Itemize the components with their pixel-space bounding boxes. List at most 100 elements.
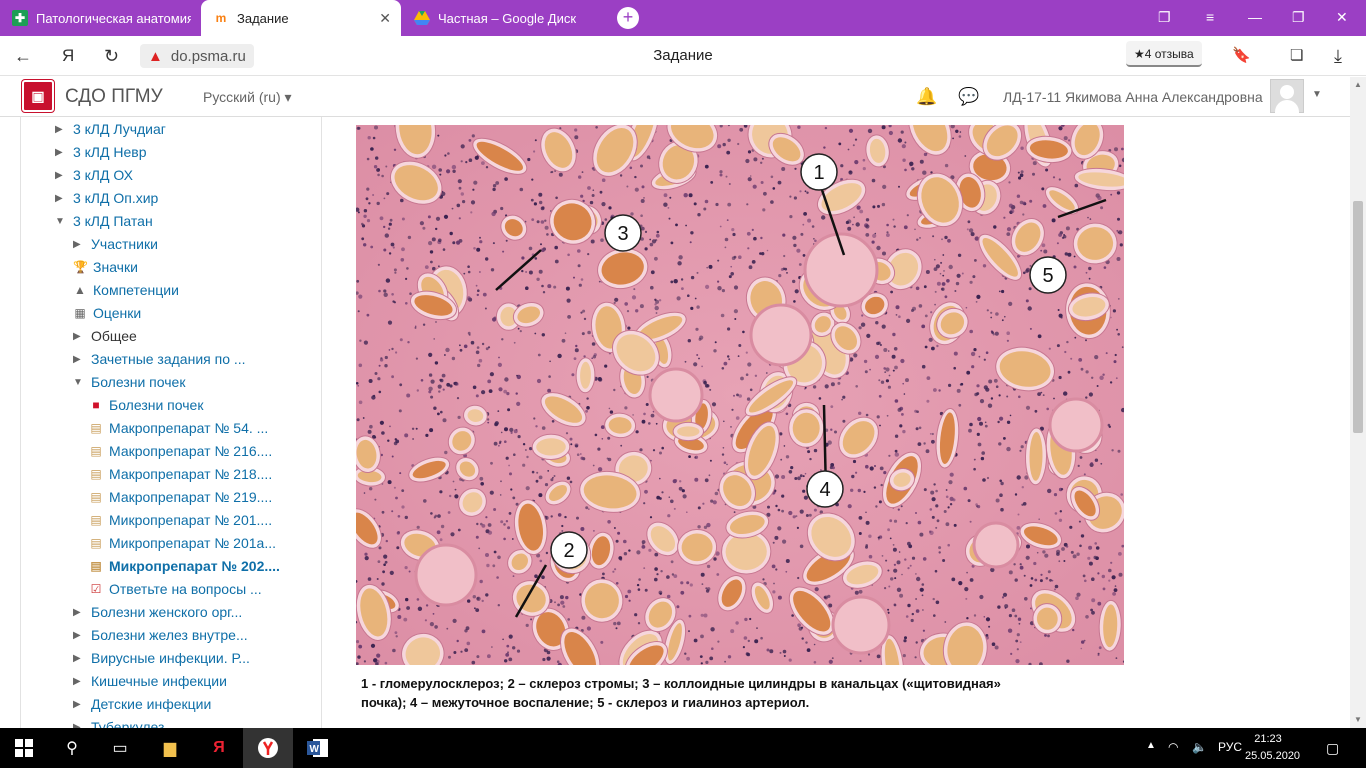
- sidebar-item-label: 3 кЛД Невр: [73, 144, 147, 160]
- sidebar-item-label: 3 кЛД Оп.хир: [73, 190, 159, 206]
- expanded-arrow-icon[interactable]: ▼: [55, 216, 67, 227]
- assignment-icon: ▤: [90, 421, 102, 435]
- scroll-up-icon[interactable]: ▲: [1354, 80, 1362, 89]
- collapsed-arrow-icon[interactable]: ▶: [73, 699, 85, 710]
- sidebar-item[interactable]: ▲ Компетенции: [73, 279, 179, 301]
- minimize-icon[interactable]: —: [1248, 9, 1262, 25]
- avatar[interactable]: [1270, 79, 1304, 114]
- sidebar-item[interactable]: ▶ 3 кЛД Оп.хир: [55, 187, 158, 209]
- input-language[interactable]: РУС: [1218, 740, 1242, 754]
- volume-icon[interactable]: 🔈: [1192, 740, 1207, 754]
- system-clock[interactable]: 21:23 25.05.2020: [1245, 731, 1300, 765]
- sidebar-item[interactable]: ▶ Зачетные задания по ...: [73, 348, 246, 370]
- sidebar-item[interactable]: ▤ Макропрепарат № 216....: [89, 440, 272, 462]
- site-name[interactable]: СДО ПГМУ: [65, 86, 163, 108]
- sidebar-item[interactable]: ▶ Туберкулез: [73, 716, 164, 728]
- sidebar-item[interactable]: ☑ Ответьте на вопросы ...: [89, 578, 262, 600]
- close-icon[interactable]: ✕: [379, 10, 391, 27]
- reviews-button[interactable]: ★4 отзыва: [1126, 41, 1202, 67]
- quiz-icon: ☑: [90, 582, 102, 596]
- network-icon[interactable]: ◠: [1168, 740, 1178, 754]
- show-hidden-icons[interactable]: ▲: [1146, 740, 1156, 751]
- page-scrollbar[interactable]: ▲ ▼: [1350, 77, 1366, 728]
- notifications-icon[interactable]: 🔔: [916, 87, 937, 107]
- collapsed-arrow-icon[interactable]: ▶: [55, 193, 67, 204]
- sidebar-item[interactable]: ▤ Макропрепарат № 219....: [89, 486, 272, 508]
- reload-icon[interactable]: ↻: [104, 46, 119, 67]
- sidebar-item[interactable]: ▼ Болезни почек: [73, 371, 185, 393]
- windows-start-icon[interactable]: [12, 736, 36, 760]
- collapsed-arrow-icon[interactable]: ▶: [73, 630, 85, 641]
- restore-icon[interactable]: ❐: [1292, 9, 1305, 26]
- sidebar-item-label: Макропрепарат № 54. ...: [109, 420, 269, 436]
- collapsed-arrow-icon[interactable]: ▶: [73, 331, 85, 342]
- main-area: ▶ 3 кЛД Лучдиаг ▶ 3 кЛД Невр ▶ 3 кЛД ОХ ▶ 3 кЛД…: [0, 117, 1350, 728]
- collapsed-arrow-icon[interactable]: ▶: [55, 124, 67, 135]
- tab-google-drive[interactable]: Частная – Google Диск: [402, 0, 602, 36]
- language-selector[interactable]: Русский (ru) ▾: [203, 89, 292, 106]
- sidebar-item[interactable]: ▶ Общее: [73, 325, 137, 347]
- sidebar-item[interactable]: ▼ 3 кЛД Патан: [55, 210, 153, 232]
- tabs-menu-icon[interactable]: ❐: [1158, 9, 1171, 26]
- sidebar-item[interactable]: ▶ Вирусные инфекции. Р...: [73, 647, 250, 669]
- search-icon[interactable]: ⚲: [60, 736, 84, 760]
- yandex-taskbar-icon[interactable]: Я: [207, 736, 231, 760]
- sidebar-item[interactable]: ▤ Микропрепарат № 202....: [89, 555, 280, 577]
- site-logo-icon[interactable]: ▣: [22, 80, 54, 112]
- user-name[interactable]: ЛД-17-11 Якимова Анна Александровна: [1003, 89, 1263, 105]
- scrollbar-thumb[interactable]: [1353, 201, 1363, 433]
- collapsed-arrow-icon[interactable]: ▶: [55, 170, 67, 181]
- sidebar-item[interactable]: ▶ 3 кЛД Лучдиаг: [55, 118, 166, 140]
- collapsed-arrow-icon[interactable]: ▶: [73, 239, 85, 250]
- sidebar-item-label: Макропрепарат № 218....: [109, 466, 273, 482]
- sidebar-item[interactable]: 🏆 Значки: [73, 256, 138, 278]
- chevron-down-icon[interactable]: ▼: [1312, 89, 1322, 100]
- sidebar-item[interactable]: ▶ Кишечные инфекции: [73, 670, 227, 692]
- sidebar-item-label: 3 кЛД Патан: [73, 213, 153, 229]
- sidebar-item-label: Оценки: [93, 305, 142, 321]
- notification-center-icon[interactable]: ▢: [1326, 740, 1339, 757]
- task-view-icon[interactable]: ▭: [108, 736, 132, 760]
- close-window-icon[interactable]: ✕: [1336, 9, 1348, 26]
- tab-assignment[interactable]: m Задание ✕: [201, 0, 401, 36]
- scroll-down-icon[interactable]: ▼: [1354, 715, 1362, 724]
- assignment-icon: ▤: [90, 536, 102, 550]
- assignment-icon: ▤: [90, 467, 102, 481]
- messages-icon[interactable]: 💬: [958, 87, 979, 107]
- sidebar-item[interactable]: ▶ 3 кЛД Невр: [55, 141, 146, 163]
- sidebar-item[interactable]: ▦ Оценки: [73, 302, 141, 324]
- sidebar-item[interactable]: ▶ Болезни женского орг...: [73, 601, 242, 623]
- collapsed-arrow-icon[interactable]: ▶: [55, 147, 67, 158]
- yandex-browser-icon[interactable]: [256, 736, 280, 760]
- sidebar-item[interactable]: ▤ Макропрепарат № 218....: [89, 463, 272, 485]
- marker-label: 2: [563, 540, 574, 562]
- sidebar-item[interactable]: ■ Болезни почек: [89, 394, 203, 416]
- collapsed-arrow-icon[interactable]: ▶: [73, 676, 85, 687]
- marker-label: 5: [1042, 265, 1053, 287]
- file-explorer-icon[interactable]: ▆: [158, 736, 182, 760]
- sidebar-item[interactable]: ▶ Участники: [73, 233, 158, 255]
- download-icon[interactable]: ⤓: [1334, 46, 1342, 67]
- word-icon[interactable]: W: [306, 736, 330, 760]
- collapsed-arrow-icon[interactable]: ▶: [73, 653, 85, 664]
- new-tab-button[interactable]: +: [617, 7, 639, 29]
- bookmark-icon[interactable]: 🔖: [1232, 46, 1251, 64]
- expanded-arrow-icon[interactable]: ▼: [73, 377, 85, 388]
- sidebar-item[interactable]: ▤ Микропрепарат № 201....: [89, 509, 272, 531]
- sidebar-item[interactable]: ▶ Болезни желез внутре...: [73, 624, 248, 646]
- marker-5: 5: [1029, 256, 1067, 294]
- sidebar-item[interactable]: ▶ Детские инфекции: [73, 693, 211, 715]
- menu-icon[interactable]: ≡: [1206, 9, 1214, 25]
- windows-taskbar: ⚲ ▭ ▆ Я W ▲ ◠ 🔈 РУС 21:23 25.05.2020 ▢: [0, 728, 1366, 768]
- sidebar-item-label: Микропрепарат № 201....: [109, 512, 273, 528]
- sidebar-item[interactable]: ▤ Микропрепарат № 201а...: [89, 532, 276, 554]
- back-icon[interactable]: ←: [14, 46, 32, 67]
- sidebar-item[interactable]: ▤ Макропрепарат № 54. ...: [89, 417, 268, 439]
- url-field[interactable]: ▲ do.psma.ru: [140, 44, 254, 68]
- tab-pathology[interactable]: ✚ Патологическая анатомия: [0, 0, 200, 36]
- collapsed-arrow-icon[interactable]: ▶: [73, 607, 85, 618]
- yandex-icon[interactable]: Я: [62, 46, 74, 66]
- sidebar-item[interactable]: ▶ 3 кЛД ОХ: [55, 164, 133, 186]
- collapsed-arrow-icon[interactable]: ▶: [73, 354, 85, 365]
- collections-icon[interactable]: ❏: [1290, 46, 1303, 64]
